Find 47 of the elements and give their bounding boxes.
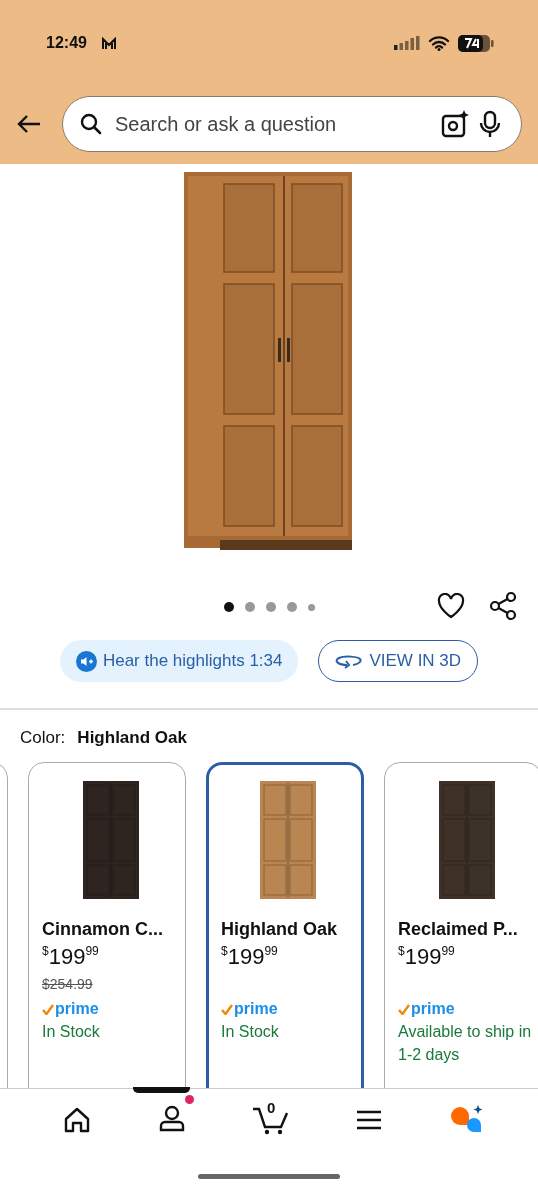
rotate-icon: [335, 653, 364, 669]
color-value: Highland Oak: [77, 728, 187, 748]
list-price: $254.99: [42, 976, 94, 994]
mail-icon: [100, 36, 117, 50]
variant-name: Reclaimed P...: [398, 919, 519, 940]
search-icon: [79, 112, 103, 136]
status-time: 12:49: [46, 34, 87, 52]
prime-label: prime: [411, 1000, 455, 1018]
availability-text: In Stock: [221, 1022, 280, 1042]
variant-price: $^{$}$199$^{99}$: [221, 944, 279, 970]
speaker-icon: [75, 650, 97, 672]
microphone-icon[interactable]: [479, 110, 501, 138]
checkmark-icon: [42, 1003, 54, 1015]
signal-icon: [394, 36, 420, 50]
variant-name: Cinnamon C...: [42, 919, 164, 940]
availability-text: Available to ship in 1-2 days: [398, 1022, 533, 1065]
availability-text: In Stock: [42, 1022, 101, 1042]
variant-name: Highland Oak: [221, 919, 338, 940]
variant-price: $^{$}$199$^{99}$: [398, 944, 456, 970]
notification-dot: [184, 1095, 194, 1104]
camera-icon[interactable]: [441, 110, 469, 138]
checkmark-icon: [398, 1003, 410, 1015]
checkmark-icon: [221, 1003, 233, 1015]
home-icon[interactable]: [63, 1107, 92, 1133]
carousel-dot[interactable]: [265, 602, 276, 612]
battery-icon: [458, 34, 494, 52]
share-icon[interactable]: [489, 591, 517, 621]
prime-label: prime: [234, 1000, 278, 1018]
color-label: Color:: [20, 728, 66, 748]
carousel-dot[interactable]: [223, 602, 234, 612]
hear-highlights-button[interactable]: Hear the highlights 1:34: [59, 640, 299, 682]
search-bar[interactable]: Search or ask a question: [62, 96, 522, 152]
wifi-icon: [428, 35, 450, 51]
view-in-3d-button[interactable]: VIEW IN 3D: [318, 640, 479, 682]
variant-price: $^{$}$199$^{99}$: [42, 944, 100, 970]
assistant-icon[interactable]: [448, 1105, 485, 1135]
variant-card[interactable]: Highland Oak $^{$}$199$^{99}$ prime In Stock: [206, 762, 364, 1088]
variant-card[interactable]: Cinnamon C... $^{$}$199$^{99}$ $254.99 prime In Stock: [28, 762, 186, 1088]
carousel-dot[interactable]: [286, 602, 297, 612]
menu-icon[interactable]: [356, 1109, 383, 1131]
heart-icon[interactable]: [437, 593, 465, 619]
carousel-dot[interactable]: [307, 603, 315, 611]
prime-label: prime: [55, 1000, 99, 1018]
carousel-dot[interactable]: [244, 602, 255, 612]
back-arrow-icon[interactable]: [16, 114, 42, 134]
account-icon[interactable]: [157, 1104, 186, 1132]
search-field[interactable]: Search or ask a question: [113, 111, 421, 137]
